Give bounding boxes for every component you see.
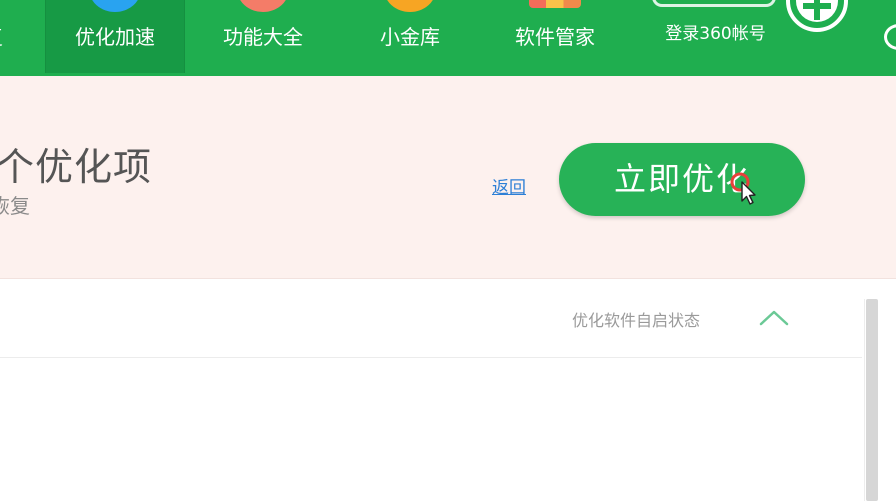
nav-item-label: 优化加速	[75, 25, 155, 49]
summary-title: 个优化项	[0, 145, 153, 189]
summary-subtitle: 恢复	[0, 194, 30, 218]
nav-item-vault[interactable]: 小金库	[340, 0, 480, 73]
back-link[interactable]: 返回	[492, 173, 526, 198]
vault-icon	[384, 0, 436, 12]
software-manager-icon	[529, 0, 581, 8]
nav-item-repair[interactable]: 复	[0, 0, 26, 73]
nav-item-label: 小金库	[380, 25, 440, 49]
nav-item-software-manager[interactable]: 软件管家	[485, 0, 625, 73]
login-account-button[interactable]: 登录360帐号	[648, 0, 783, 76]
list-section-header[interactable]: 优化软件自启状态	[0, 279, 862, 358]
nav-item-label: 复	[0, 24, 26, 50]
mouse-cursor-icon	[730, 172, 756, 205]
features-icon	[237, 0, 289, 12]
optimize-now-button[interactable]: 立即优化	[559, 143, 805, 216]
optimization-summary-panel: 个优化项 恢复 返回 立即优化	[0, 76, 896, 279]
logo-360-icon	[652, 0, 776, 7]
vertical-scrollbar[interactable]	[864, 299, 879, 501]
app-window: 复 优化加速 功能大全 小金库 软件管家 登录360帐号	[0, 0, 896, 501]
optimization-list: 优化软件自启状态	[0, 279, 896, 501]
nav-item-label: 软件管家	[515, 25, 595, 49]
login-label: 登录360帐号	[665, 24, 766, 44]
speedup-icon	[89, 0, 141, 12]
top-nav-bar: 复 优化加速 功能大全 小金库 软件管家 登录360帐号	[0, 0, 896, 76]
add-button[interactable]	[786, 0, 848, 32]
partial-icon	[884, 24, 896, 50]
nav-item-label: 功能大全	[223, 25, 303, 49]
scrollbar-thumb[interactable]	[866, 299, 878, 501]
chevron-up-icon[interactable]	[758, 307, 790, 327]
nav-item-speedup[interactable]: 优化加速	[45, 0, 185, 73]
nav-item-features[interactable]: 功能大全	[193, 0, 333, 73]
section-label: 优化软件自启状态	[572, 311, 701, 330]
